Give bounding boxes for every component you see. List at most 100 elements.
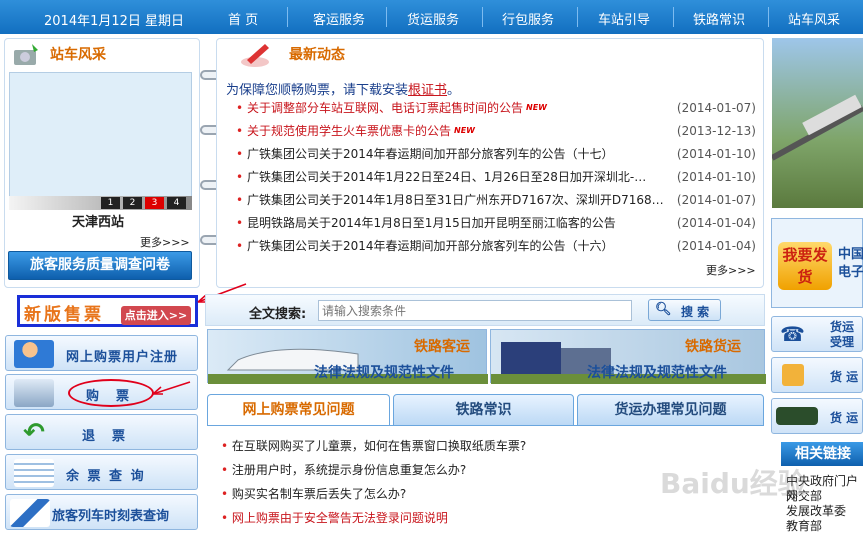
remaining-tickets-label: 余 票 查 询 [66, 469, 146, 484]
news-item-title: 关于调整部分车站互联网、电话订票起售时间的公告 [247, 101, 524, 115]
faq-item[interactable]: • 注册用户时，系统提示身份信息重复怎么办? [221, 459, 466, 481]
related-link[interactable]: 教育部 [786, 519, 822, 534]
refund-button[interactable]: ↶ 退 票 [5, 414, 198, 450]
news-item-title: 昆明铁路局关于2014年1月8日至1月15日加开昆明至丽江临客的公告 [247, 216, 616, 230]
faq-item[interactable]: • 在互联网购买了儿童票，如何在售票窗口换取纸质车票? [221, 435, 526, 457]
freight-label-3: 货 运 [830, 411, 859, 425]
new-badge-icon: NEW [454, 126, 475, 135]
cert-notice-end: 。 [447, 83, 461, 98]
nav-freight-service[interactable]: 货运服务 [407, 9, 459, 28]
photo-page-3[interactable]: 3 [145, 197, 164, 209]
related-link[interactable]: 发展改革委 [786, 504, 846, 519]
news-more-link[interactable]: 更多>>> [706, 262, 756, 278]
tab-railway-knowledge[interactable]: 铁路常识 [393, 394, 574, 426]
user-icon [14, 340, 54, 368]
ship-text: 中国 电子 [838, 247, 863, 280]
phone-icon: ☎ [780, 322, 805, 346]
nav-home[interactable]: 首 页 [228, 9, 258, 28]
bullet-icon: • [221, 511, 229, 525]
bullet-icon: • [236, 147, 244, 161]
survey-button[interactable]: 旅客服务质量调查问卷 [8, 251, 192, 280]
faq-item-text: 在互联网购买了儿童票，如何在售票窗口换取纸质车票? [231, 439, 527, 453]
news-item-date: (2014-01-04) [676, 216, 756, 230]
nav-station-guide[interactable]: 车站引导 [598, 9, 650, 28]
freight-law-banner[interactable]: 铁路货运 法律法规及规范性文件 [490, 329, 766, 384]
root-cert-link[interactable]: 根证书 [408, 83, 447, 98]
bullet-icon: • [236, 170, 244, 184]
bullet-icon: • [236, 216, 244, 230]
nav-passenger-service[interactable]: 客运服务 [313, 9, 365, 28]
nav-railway-knowledge[interactable]: 铁路常识 [693, 9, 745, 28]
news-title: 最新动态 [289, 47, 345, 63]
news-item-date: (2014-01-07) [676, 101, 756, 115]
news-item-date: (2014-01-07) [676, 193, 756, 207]
current-date: 2014年1月12日 星期日 [44, 14, 185, 29]
top-nav-bar: 2014年1月12日 星期日 首 页 客运服务 货运服务 行包服务 车站引导 铁… [0, 0, 863, 34]
photo-page-4[interactable]: 4 [167, 197, 186, 209]
tab-online-ticket-faq[interactable]: 网上购票常见问题 [207, 394, 390, 426]
bullet-icon: • [236, 239, 244, 253]
bullet-icon: • [236, 124, 244, 138]
station-gallery-title: 站车风采 [50, 47, 106, 63]
freight-label-2: 货 运 [830, 370, 859, 384]
railway-photo [770, 38, 863, 208]
timetable-button[interactable]: 旅客列车时刻表查询 [5, 494, 198, 530]
news-item-date: (2013-12-13) [676, 124, 756, 138]
faq-item-text: 购买实名制车票后丢失了怎么办? [231, 487, 407, 501]
passenger-law-banner[interactable]: 铁路客运 法律法规及规范性文件 [207, 329, 488, 384]
news-item-title: 广铁集团公司关于2014年春运期间加开部分旅客列车的公告（十六） [247, 239, 614, 253]
refund-label: 退 票 [82, 429, 128, 444]
freight-button-2[interactable]: 货 运 [771, 357, 863, 393]
annotation-circle [68, 379, 154, 407]
ship-button[interactable]: 我要发货 [778, 242, 832, 290]
faq-item[interactable]: • 网上购票由于安全警告无法登录问题说明 [221, 507, 448, 529]
passenger-law-title: 铁路客运 [414, 339, 470, 355]
station-more-link[interactable]: 更多>>> [140, 234, 190, 250]
news-item[interactable]: • 关于调整部分车站互联网、电话订票起售时间的公告 NEW (2014-01-07… [236, 97, 758, 119]
search-button[interactable]: 🔍︎ 搜 索 [648, 299, 721, 321]
news-item[interactable]: • 广铁集团公司关于2014年1月8日至31日广州东开D7167次、深圳开D71… [236, 189, 758, 211]
freight-law-subtitle: 法律法规及规范性文件 [587, 365, 727, 381]
tab-freight-faq[interactable]: 货运办理常见问题 [577, 394, 764, 426]
bullet-icon: • [236, 101, 244, 115]
passenger-law-subtitle: 法律法规及规范性文件 [314, 365, 454, 381]
faq-item-text: 网上购票由于安全警告无法登录问题说明 [231, 511, 448, 525]
search-label: 全文搜索: [249, 307, 307, 322]
search-input[interactable] [318, 300, 632, 321]
freight-button-3[interactable]: 货 运 [771, 398, 863, 434]
station-photo [9, 72, 192, 210]
station-name: 天津西站 [72, 215, 125, 230]
news-item[interactable]: • 关于规范使用学生火车票优惠卡的公告 NEW (2013-12-13) [236, 120, 758, 142]
photo-page-2[interactable]: 2 [123, 197, 142, 209]
faq-item[interactable]: • 购买实名制车票后丢失了怎么办? [221, 483, 406, 505]
computer-icon [14, 379, 54, 407]
timetable-label: 旅客列车时刻表查询 [52, 509, 170, 524]
news-item[interactable]: • 广铁集团公司关于2014年春运期间加开部分旅客列车的公告（十六） (2014… [236, 235, 758, 257]
freight-acceptance-label: 货运 受理 [830, 320, 855, 349]
nav-divider [386, 7, 387, 27]
search-icon: 🔍︎ [655, 302, 672, 317]
bullet-icon: • [221, 487, 229, 501]
freight-acceptance-button[interactable]: ☎ 货运 受理 [771, 316, 863, 352]
news-item[interactable]: • 广铁集团公司关于2014年1月22日至24日、1月26日至28日加开深圳北-… [236, 166, 758, 188]
remaining-tickets-button[interactable]: 余 票 查 询 [5, 454, 198, 490]
news-item-date: (2014-01-04) [676, 239, 756, 253]
pen-icon [239, 40, 275, 68]
news-item-title: 关于规范使用学生火车票优惠卡的公告 [247, 124, 452, 138]
news-item[interactable]: • 昆明铁路局关于2014年1月8日至1月15日加开昆明至丽江临客的公告 (20… [236, 212, 758, 234]
bullet-icon: • [236, 193, 244, 207]
photo-page-1[interactable]: 1 [101, 197, 120, 209]
calculator-icon [782, 364, 804, 386]
cert-notice-text: 为保障您顺畅购票，请下载安装 [226, 83, 409, 98]
news-item[interactable]: • 广铁集团公司关于2014年春运期间加开部分旅客列车的公告（十七） (2014… [236, 143, 758, 165]
search-button-label: 搜 索 [681, 305, 710, 319]
nav-station-gallery[interactable]: 站车风采 [788, 9, 840, 28]
return-arrow-icon: ↶ [23, 418, 45, 448]
bullet-train-icon [10, 499, 50, 527]
nav-parcel-service[interactable]: 行包服务 [502, 9, 554, 28]
new-ticket-label[interactable]: 新版售票 [24, 300, 104, 325]
news-item-title: 广铁集团公司关于2014年1月22日至24日、1月26日至28日加开深圳北-… [247, 170, 647, 184]
news-item-title: 广铁集团公司关于2014年春运期间加开部分旅客列车的公告（十七） [247, 147, 614, 161]
ticket-list-icon [14, 459, 54, 487]
news-item-date: (2014-01-10) [676, 147, 756, 161]
